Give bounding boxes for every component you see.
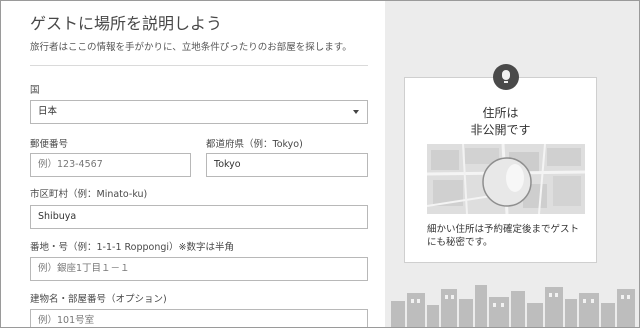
page-subtitle: 旅行者はここの情報を手がかりに、立地条件ぴったりのお部屋を探します。 <box>30 42 352 53</box>
location-pin-icon <box>493 64 519 90</box>
city-input[interactable]: Shibuya <box>30 205 368 229</box>
privacy-title-line1: 住所は <box>482 106 519 120</box>
building-label: 建物名・部屋番号（オプション) <box>30 294 167 305</box>
city-label: 市区町村（例：Minato-ku) <box>30 189 148 200</box>
privacy-card-title: 住所は 非公開です <box>404 105 597 139</box>
blurred-map-image <box>427 144 585 214</box>
prefecture-label: 都道府県（例：Tokyo) <box>206 139 303 150</box>
building-input[interactable]: 例）101号室 <box>30 309 368 327</box>
street-input[interactable]: 例）銀座1丁目１－１ <box>30 257 368 281</box>
privacy-note: 細かい住所は予約確定後までゲストにも秘密です。 <box>427 224 580 248</box>
address-form-panel: ゲストに場所を説明しよう 旅行者はここの情報を手がかりに、立地条件ぴったりのお部… <box>1 1 385 327</box>
page-title: ゲストに場所を説明しよう <box>30 14 223 33</box>
chevron-down-icon <box>353 110 359 114</box>
listing-location-page: ゲストに場所を説明しよう 旅行者はここの情報を手がかりに、立地条件ぴったりのお部… <box>0 0 640 328</box>
map-illustration <box>427 144 585 214</box>
privacy-title-line2: 非公開です <box>470 123 531 137</box>
postal-code-input[interactable]: 例）123-4567 <box>30 153 191 177</box>
country-label: 国 <box>30 85 40 96</box>
postal-code-label: 郵便番号 <box>30 139 69 150</box>
country-value: 日本 <box>38 106 58 117</box>
divider <box>30 65 368 66</box>
country-select[interactable]: 日本 <box>30 100 368 124</box>
prefecture-input[interactable]: Tokyo <box>206 153 368 177</box>
lightbulb-icon <box>502 70 510 83</box>
city-skyline-illustration <box>391 285 635 327</box>
street-label: 番地・号（例：1-1-1 Roppongi）※数字は半角 <box>30 242 235 253</box>
